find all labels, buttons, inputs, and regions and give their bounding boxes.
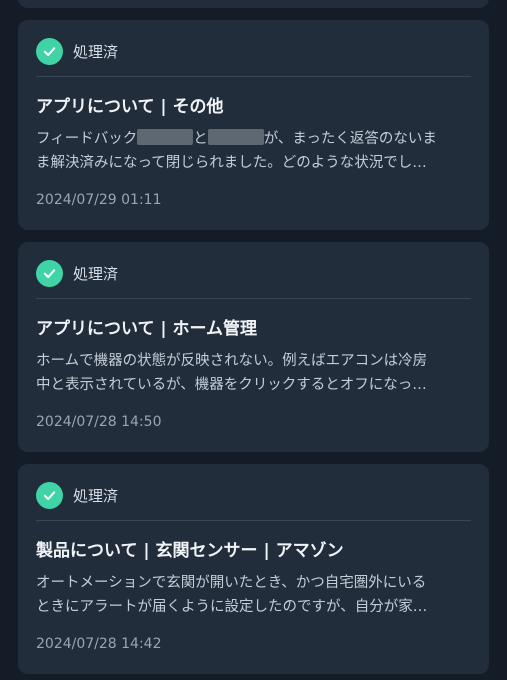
status-row: 処理済	[36, 259, 118, 287]
status-label: 処理済	[73, 486, 119, 505]
divider	[36, 76, 471, 77]
divider	[36, 298, 471, 299]
status-label: 処理済	[73, 42, 119, 61]
divider	[36, 520, 471, 521]
feedback-card[interactable]: 処理済 アプリについて | その他 フィードバック と が、まったく返答のないま ま…	[18, 20, 489, 230]
feedback-date: 2024/07/29 01:11	[36, 192, 162, 208]
status-row: 処理済	[36, 37, 118, 65]
check-circle-icon	[36, 481, 63, 509]
feedback-date: 2024/07/28 14:50	[36, 414, 162, 430]
feedback-date: 2024/07/28 14:42	[36, 636, 162, 652]
redacted-text	[137, 129, 194, 145]
check-circle-icon	[36, 259, 63, 287]
feedback-card-partial[interactable]	[18, 0, 489, 8]
body-text: 中と表示されているが、機器をクリックするとオフになっ…	[36, 377, 427, 393]
body-text: ま解決済みになって閉じられました。どのような状況でし…	[36, 155, 427, 171]
body-text: オートメーションで玄関が開いたとき、かつ自宅圏外にいる	[36, 575, 427, 591]
feedback-card[interactable]: 処理済 アプリについて | ホーム管理 ホームで機器の状態が反映されない。例えば…	[18, 242, 489, 452]
feedback-body: ホームで機器の状態が反映されない。例えばエアコンは冷房 中と表示されているが、機…	[36, 349, 468, 397]
status-row: 処理済	[36, 481, 118, 509]
body-text: が、まったく返答のないま	[263, 131, 437, 147]
feedback-title: アプリについて | ホーム管理	[36, 319, 258, 339]
body-text: ホームで機器の状態が反映されない。例えばエアコンは冷房	[36, 353, 428, 369]
feedback-body: オートメーションで玄関が開いたとき、かつ自宅圏外にいる ときにアラートが届くよう…	[36, 571, 468, 619]
body-text: フィードバック	[36, 131, 138, 147]
feedback-body: フィードバック と が、まったく返答のないま ま解決済みになって閉じられました。どの…	[36, 127, 468, 175]
body-text: と	[193, 131, 208, 147]
feedback-title: 製品について | 玄関センサー | アマゾン	[36, 541, 344, 561]
feedback-card[interactable]: 処理済 製品について | 玄関センサー | アマゾン オートメーションで玄関が開…	[18, 464, 489, 674]
feedback-title: アプリについて | その他	[36, 97, 224, 117]
redacted-text	[207, 129, 264, 145]
check-circle-icon	[36, 37, 63, 65]
status-label: 処理済	[73, 264, 119, 283]
body-text: ときにアラートが届くように設定したのですが、自分が家…	[36, 599, 428, 615]
